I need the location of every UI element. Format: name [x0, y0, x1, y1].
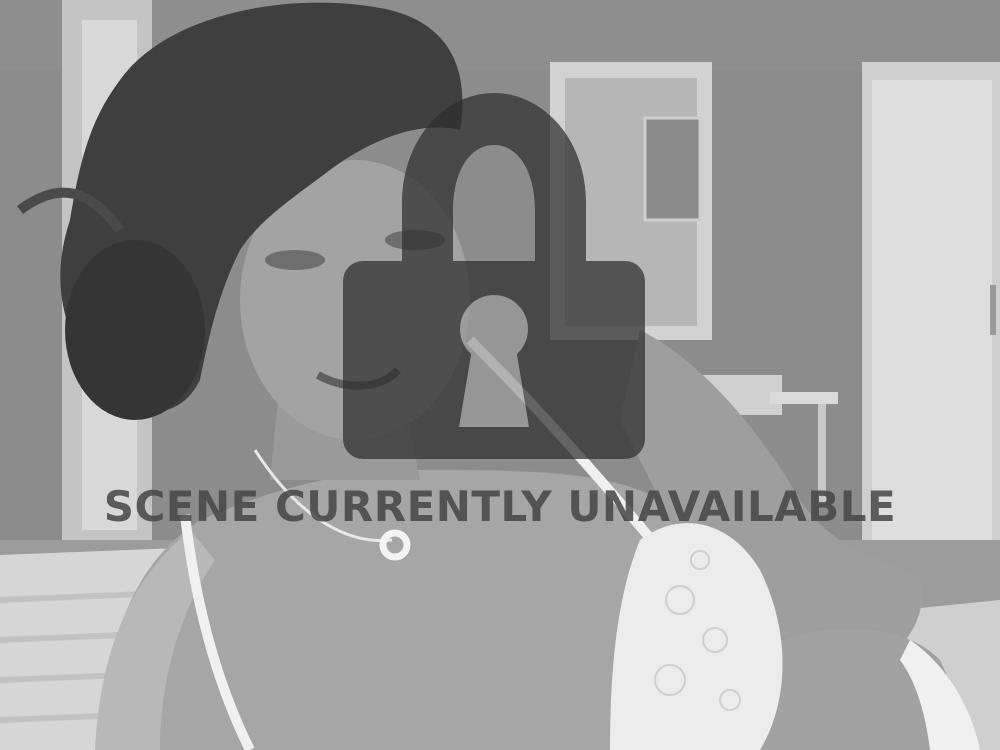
locked-scene-screen: SCENE CURRENTLY UNAVAILABLE: [0, 0, 1000, 750]
padlock-locked-icon: [343, 93, 645, 459]
wall-picture: [643, 116, 702, 222]
character-left-eye: [265, 250, 325, 270]
desk-top: [770, 392, 838, 404]
scene-unavailable-message: SCENE CURRENTLY UNAVAILABLE: [103, 482, 897, 531]
character-hair-bun: [65, 240, 205, 420]
wardrobe-handle: [990, 285, 996, 335]
locked-overlay: [343, 93, 645, 459]
